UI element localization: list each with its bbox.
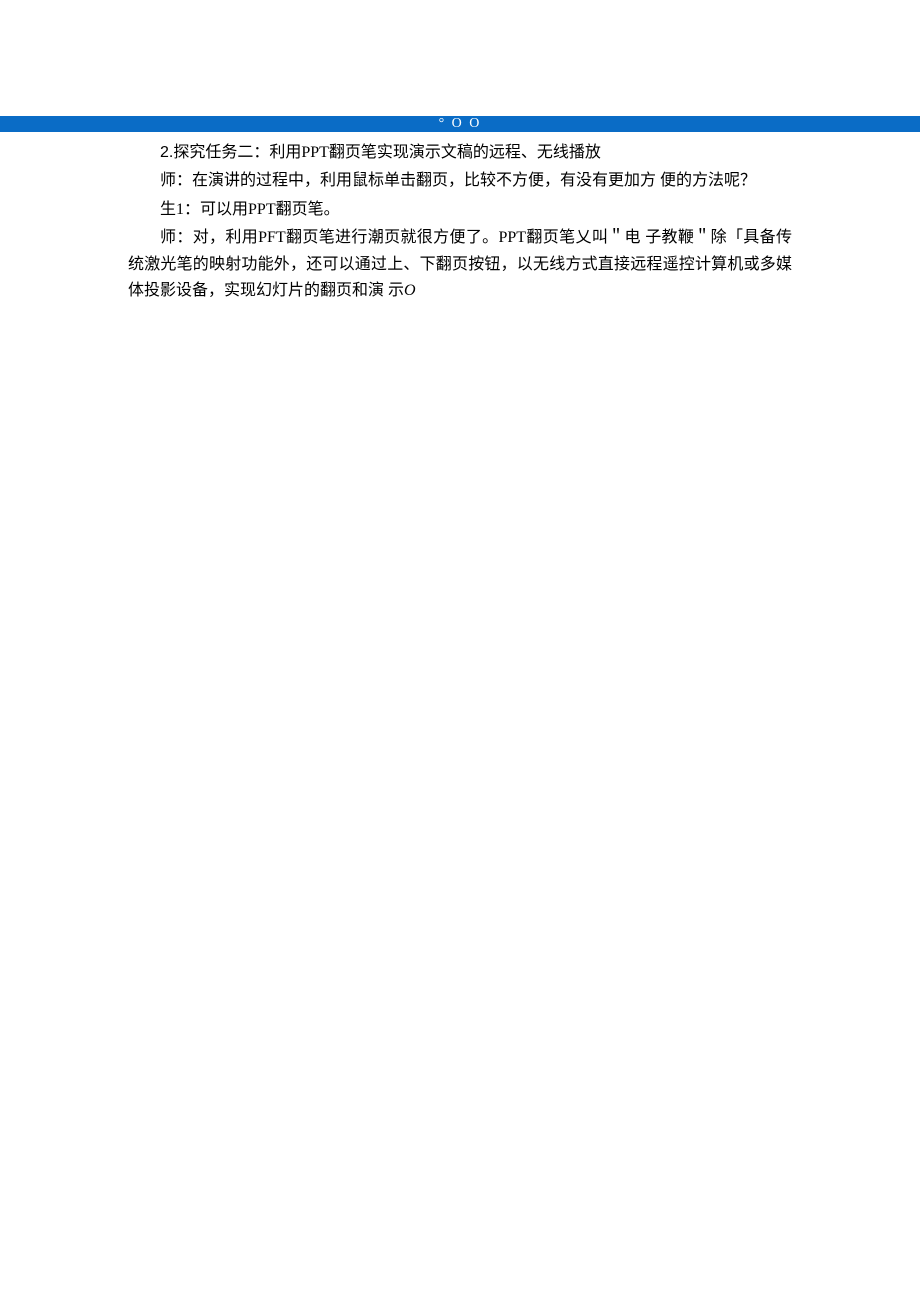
student-label: 生1： bbox=[160, 201, 200, 218]
task-number: 2. bbox=[160, 144, 173, 161]
student-answer-text: 可以用PPT翻页笔。 bbox=[200, 201, 340, 218]
paragraph-task-title: 2.探究任务二：利用PPT翻页笔实现演示文稿的远程、无线播放 bbox=[128, 140, 792, 166]
teacher-explanation-text: 师：对，利用PFT翻页笔进行潮页就很方便了。PPT翻页笔乂叫＂电 子教鞭＂除「具… bbox=[128, 229, 792, 299]
header-bar: ° O O bbox=[0, 116, 920, 132]
task-title-text: 探究任务二：利用PPT翻页笔实现演示文稿的远程、无线播放 bbox=[173, 144, 601, 161]
paragraph-student-answer: 生1：可以用PPT翻页笔。 bbox=[128, 197, 792, 223]
header-marks: ° O O bbox=[439, 113, 482, 135]
page-container: ° O O 2.探究任务二：利用PPT翻页笔实现演示文稿的远程、无线播放 师：在… bbox=[0, 0, 920, 304]
content-area: 2.探究任务二：利用PPT翻页笔实现演示文稿的远程、无线播放 师：在演讲的过程中… bbox=[0, 132, 920, 304]
paragraph-teacher-question: 师：在演讲的过程中，利用鼠标单击翻页，比较不方便，有没有更加方 便的方法呢？ bbox=[128, 168, 792, 194]
paragraph-teacher-explanation: 师：对，利用PFT翻页笔进行潮页就很方便了。PPT翻页笔乂叫＂电 子教鞭＂除「具… bbox=[128, 225, 792, 304]
suffix-mark: O bbox=[404, 282, 416, 299]
